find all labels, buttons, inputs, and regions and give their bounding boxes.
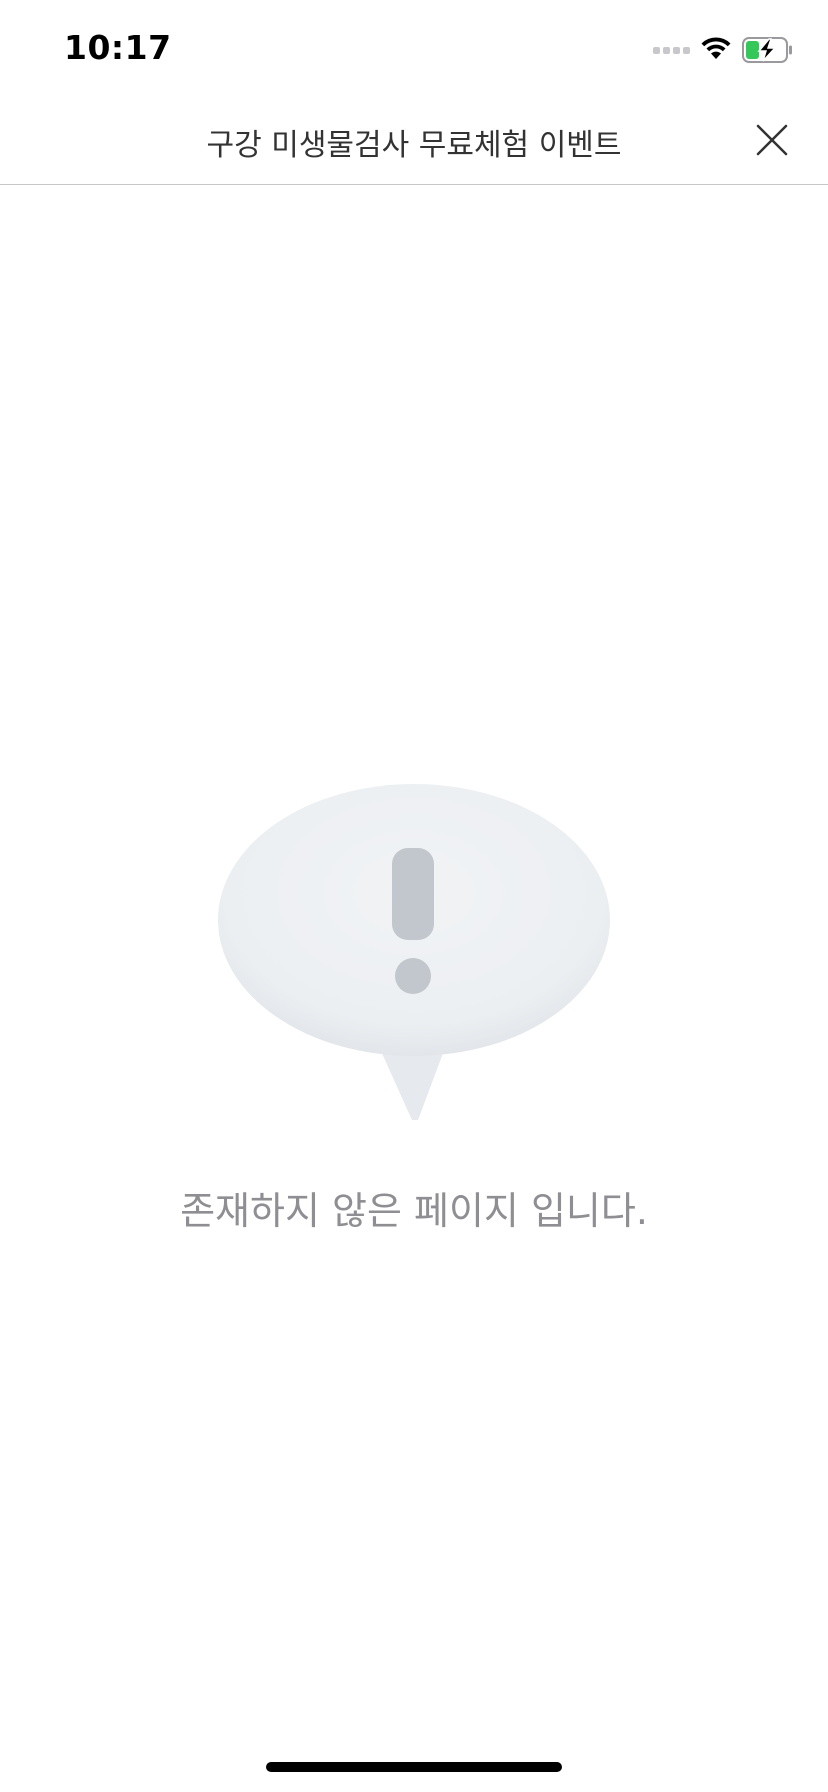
- battery-charging-icon: [742, 37, 792, 63]
- page-title: 구강 미생물검사 무료체험 이벤트: [206, 128, 622, 163]
- close-button[interactable]: [746, 114, 798, 166]
- alert-speech-bubble-icon: [218, 784, 610, 1120]
- status-icons: [653, 36, 794, 64]
- status-time: 10:17: [64, 28, 172, 67]
- status-bar: 10:17: [0, 0, 828, 96]
- nav-bar: 구강 미생물검사 무료체험 이벤트: [0, 96, 828, 185]
- wifi-icon: [701, 37, 731, 59]
- cellular-signal-icon: [653, 46, 690, 54]
- empty-state-message: 존재하지 않은 페이지 입니다.: [180, 1189, 648, 1233]
- home-indicator: [266, 1762, 562, 1772]
- close-icon: [756, 124, 788, 156]
